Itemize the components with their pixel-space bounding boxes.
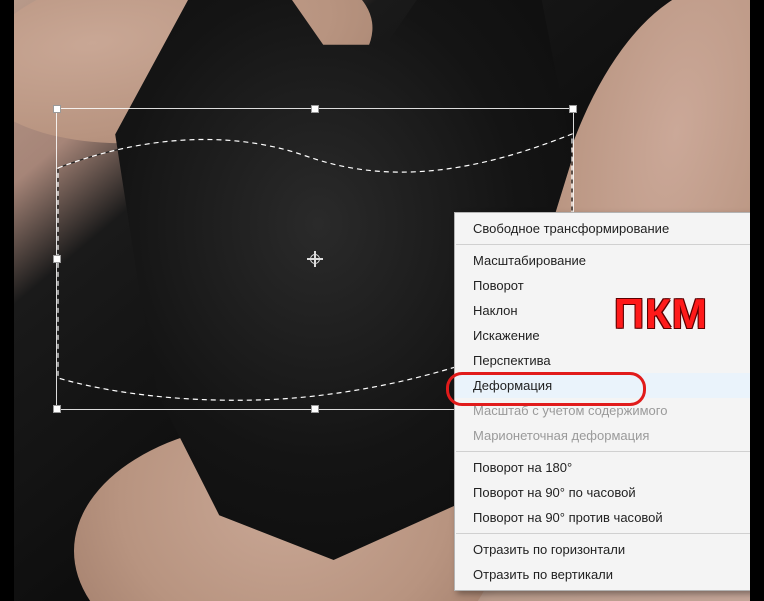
menu-item-free-transform[interactable]: Свободное трансформирование (455, 216, 750, 241)
menu-separator (456, 244, 750, 245)
menu-separator (456, 451, 750, 452)
transform-handle-bottom-left[interactable] (53, 405, 61, 413)
annotation-label: ПКМ (614, 290, 708, 338)
menu-item-puppet-warp: Марионеточная деформация (455, 423, 750, 448)
menu-item-rotate-90-cw[interactable]: Поворот на 90° по часовой (455, 480, 750, 505)
menu-item-perspective[interactable]: Перспектива (455, 348, 750, 373)
transform-handle-top-middle[interactable] (311, 105, 319, 113)
menu-item-rotate-180[interactable]: Поворот на 180° (455, 455, 750, 480)
transform-handle-top-left[interactable] (53, 105, 61, 113)
menu-item-flip-horizontal[interactable]: Отразить по горизонтали (455, 537, 750, 562)
menu-item-flip-vertical[interactable]: Отразить по вертикали (455, 562, 750, 587)
transform-context-menu: Свободное трансформирование Масштабирова… (454, 212, 750, 591)
menu-item-content-aware-scale: Масштаб с учетом содержимого (455, 398, 750, 423)
menu-item-rotate-90-ccw[interactable]: Поворот на 90° против часовой (455, 505, 750, 530)
transform-handle-bottom-middle[interactable] (311, 405, 319, 413)
menu-separator (456, 533, 750, 534)
menu-item-warp[interactable]: Деформация (455, 373, 750, 398)
menu-item-scale[interactable]: Масштабирование (455, 248, 750, 273)
transform-handle-middle-left[interactable] (53, 255, 61, 263)
image-canvas[interactable]: Свободное трансформирование Масштабирова… (14, 0, 750, 601)
transform-handle-top-right[interactable] (569, 105, 577, 113)
